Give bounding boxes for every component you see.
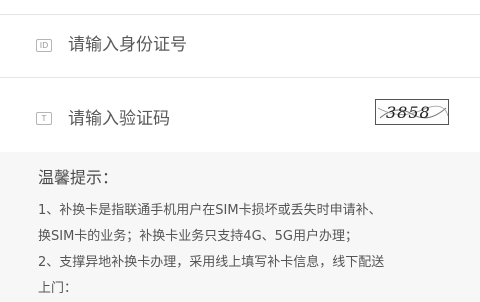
captcha-input[interactable] <box>68 105 358 133</box>
tip-line: 1、补换卡是指联通手机用户在SIM卡损坏或丢失时申请补、 <box>38 203 382 218</box>
tip-line: 2、支撑异地补换卡办理，采用线上填写补卡信息，线下配送 <box>38 255 385 270</box>
captcha-text: 3858 <box>386 103 431 122</box>
tips-section: 温馨提示： 1、补换卡是指联通手机用户在SIM卡损坏或丢失时申请补、 换SIM卡… <box>38 168 478 302</box>
id-number-row[interactable]: ID <box>0 15 480 78</box>
captcha-image[interactable]: 3858 <box>375 99 449 125</box>
tip-line: 上门： <box>38 281 78 296</box>
tips-title: 温馨提示： <box>38 168 119 187</box>
text-field-icon: T <box>36 112 52 125</box>
form-row-top <box>0 0 480 15</box>
tip-line: 换SIM卡的业务；补换卡业务只支持4G、5G用户办理； <box>38 229 358 244</box>
id-number-input[interactable] <box>68 31 358 59</box>
form-panel: ID T <box>0 0 480 152</box>
id-card-icon: ID <box>36 39 52 52</box>
